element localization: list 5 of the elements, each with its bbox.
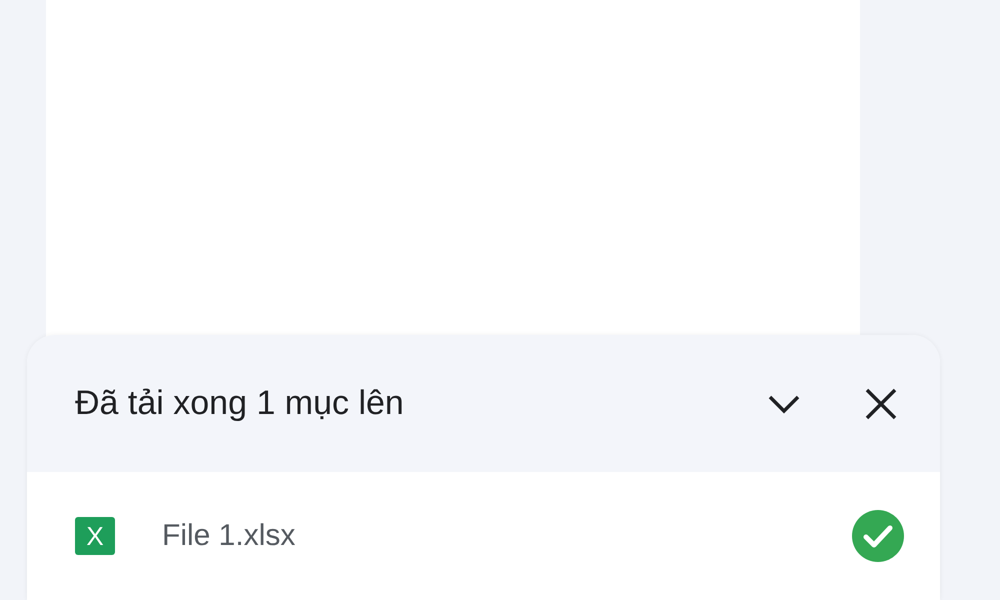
close-icon: [864, 386, 898, 420]
file-name: File 1.xlsx: [162, 519, 296, 553]
spreadsheet-icon: X: [75, 517, 115, 555]
panel-title: Đã tải xong 1 mục lên: [75, 384, 405, 423]
upload-item[interactable]: X File 1.xlsx: [27, 472, 940, 600]
